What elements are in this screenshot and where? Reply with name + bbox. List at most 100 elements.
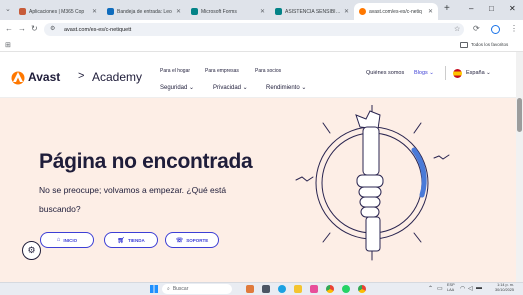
blogs-label: Blogs <box>414 70 428 76</box>
tab-forms[interactable]: Microsoft Forms ✕ <box>186 3 270 20</box>
country-label: España <box>466 70 485 76</box>
nav-rendimiento[interactable]: Rendimiento ⌄ <box>266 84 306 91</box>
tab-close-icon[interactable]: ✕ <box>260 8 265 15</box>
language-indicator[interactable]: ESP LAA <box>447 283 455 293</box>
chevron-down-icon: ⌄ <box>299 85 307 91</box>
tab-title: ASISTENCIA SENSIBILIZ <box>285 8 341 15</box>
support-button[interactable]: ☏ SOPORTE <box>165 232 219 248</box>
tray-chevron-icon[interactable]: ⌃ <box>428 285 433 292</box>
home-button-label: INICIO <box>63 237 78 243</box>
wifi-icon[interactable]: ◠ <box>460 285 465 292</box>
profile-avatar[interactable] <box>491 25 500 34</box>
blogs-menu[interactable]: Blogs ⌄ <box>414 70 434 76</box>
tab-asistencia[interactable]: ASISTENCIA SENSIBILIZ ✕ <box>270 3 354 20</box>
tab-bandeja[interactable]: Bandeja de entrada: Leo ✕ <box>102 3 186 20</box>
browser-tab-strip: ⌄ Aplicaciones | M365 Cop ✕ Bandeja de e… <box>0 0 523 20</box>
store-button-label: TIENDA <box>127 237 145 243</box>
maximize-button[interactable]: □ <box>489 4 494 13</box>
close-window-button[interactable]: ✕ <box>509 4 516 13</box>
windows-start-icon[interactable] <box>150 285 158 293</box>
support-icon: ☏ <box>175 237 184 244</box>
academy-link[interactable]: Academy <box>92 70 142 84</box>
taskbar-app-chrome2-icon[interactable] <box>358 285 366 293</box>
taskbar-app-explorer-icon[interactable] <box>294 285 302 293</box>
taskbar-app-taskview-icon[interactable] <box>262 285 270 293</box>
chevron-down-icon: ⌄ <box>241 85 248 91</box>
scrollbar-thumb[interactable] <box>517 98 522 132</box>
tab-close-icon[interactable]: ✕ <box>428 8 433 15</box>
site-info-icon[interactable]: ⚙ <box>50 25 55 32</box>
logo-separator: > <box>78 70 85 82</box>
about-link[interactable]: Quiénes somos <box>366 70 404 76</box>
nav-para-socios[interactable]: Para socios <box>255 68 281 74</box>
chevron-down-icon: ⌄ <box>427 70 434 76</box>
url-text: avast.com/es-es/c-netiquett <box>64 26 132 33</box>
tab-title: Microsoft Forms <box>201 8 237 15</box>
home-icon: ⌂ <box>56 237 61 243</box>
header-divider <box>445 66 446 80</box>
apps-grid-icon[interactable]: ⊞ <box>5 41 11 49</box>
battery-icon[interactable]: ▬ <box>476 285 482 291</box>
nav-seguridad[interactable]: Seguridad ⌄ <box>160 84 194 91</box>
taskbar-search-box[interactable]: ⌕ Buscar <box>162 284 232 294</box>
spain-flag-icon <box>453 69 462 78</box>
volume-icon[interactable]: ◁ <box>468 285 473 292</box>
taskbar-app-whatsapp-icon[interactable] <box>342 285 350 293</box>
page-scrollbar[interactable] <box>516 52 523 282</box>
tab-search-icon[interactable]: ⌄ <box>5 5 11 13</box>
avast-favicon-icon <box>359 8 366 15</box>
site-header: Avast > Academy Para el hogar Para empre… <box>0 52 516 98</box>
minimize-button[interactable]: – <box>469 4 473 13</box>
taskbar-app-widgets-icon[interactable] <box>246 285 254 293</box>
windows-taskbar: ⌕ Buscar ⌃ ▭ ESP LAA ◠ ◁ ▬ 1:14 p. m. 30… <box>0 282 523 295</box>
store-button[interactable]: 🛒︎ TIENDA <box>104 232 158 248</box>
country-selector[interactable]: España ⌄ <box>466 70 491 76</box>
cookie-settings-button[interactable]: ⚙ <box>22 241 41 260</box>
chevron-down-icon: ⌄ <box>187 85 195 91</box>
page-title: Página no encontrada <box>39 150 253 173</box>
tab-close-icon[interactable]: ✕ <box>176 8 181 15</box>
support-button-label: SOPORTE <box>186 237 209 243</box>
extensions-icon[interactable]: ⟳ <box>473 24 480 33</box>
nav-para-el-hogar[interactable]: Para el hogar <box>160 68 190 74</box>
search-icon: ⌕ <box>167 286 170 292</box>
tab-title: Aplicaciones | M365 Cop <box>29 8 85 15</box>
forms-favicon-icon <box>191 8 198 15</box>
back-icon[interactable]: ← <box>5 24 13 33</box>
reload-icon[interactable]: ↻ <box>31 24 38 33</box>
address-bar[interactable]: ⚙ avast.com/es-es/c-netiquett <box>44 23 464 36</box>
forward-icon[interactable]: → <box>18 24 26 33</box>
nav-para-empresas[interactable]: Para empresas <box>205 68 239 74</box>
tab-title: avast.com/es-es/c-netiq <box>369 8 422 15</box>
tab-close-icon[interactable]: ✕ <box>344 8 349 15</box>
bookmark-star-icon[interactable]: ☆ <box>454 25 460 33</box>
taskbar-app-store-icon[interactable] <box>310 285 318 293</box>
m365-favicon-icon <box>19 8 26 15</box>
clock-date: 30/10/2025 <box>494 288 514 292</box>
bookmarks-bar: ⊞ Todos los favoritos <box>0 39 523 52</box>
nav-label: Privacidad <box>213 85 242 91</box>
tray-onedrive-icon[interactable]: ▭ <box>437 285 443 292</box>
hand-wrench-illustration <box>295 105 450 261</box>
browser-toolbar: ← → ↻ ⚙ avast.com/es-es/c-netiquett ☆ ⟳ … <box>0 20 523 39</box>
browser-menu-icon[interactable]: ⋮ <box>510 24 518 33</box>
nav-privacidad[interactable]: Privacidad ⌄ <box>213 84 248 91</box>
folder-icon <box>460 42 468 48</box>
tab-close-icon[interactable]: ✕ <box>92 8 97 15</box>
clock[interactable]: 1:14 p. m. 30/10/2025 <box>486 283 514 293</box>
cart-icon: 🛒︎ <box>117 237 125 244</box>
taskbar-search-label: Buscar <box>172 286 189 292</box>
new-tab-button[interactable]: + <box>444 3 450 14</box>
logo-text[interactable]: Avast <box>28 70 60 84</box>
all-bookmarks-link[interactable]: Todos los favoritos <box>471 42 508 47</box>
taskbar-app-edge-icon[interactable] <box>278 285 286 293</box>
avast-logo-icon[interactable] <box>10 71 26 85</box>
tab-avast[interactable]: avast.com/es-es/c-netiq ✕ <box>354 3 438 20</box>
tab-title: Bandeja de entrada: Leo <box>117 8 172 15</box>
cookie-icon: ⚙ <box>27 245 36 255</box>
taskbar-app-chrome-icon[interactable] <box>326 285 334 293</box>
home-button[interactable]: ⌂ INICIO <box>40 232 94 248</box>
tab-aplicaciones[interactable]: Aplicaciones | M365 Cop ✕ <box>14 3 102 20</box>
chevron-down-icon: ⌄ <box>484 70 491 76</box>
hero-subtitle-line2: buscando? <box>39 204 81 214</box>
